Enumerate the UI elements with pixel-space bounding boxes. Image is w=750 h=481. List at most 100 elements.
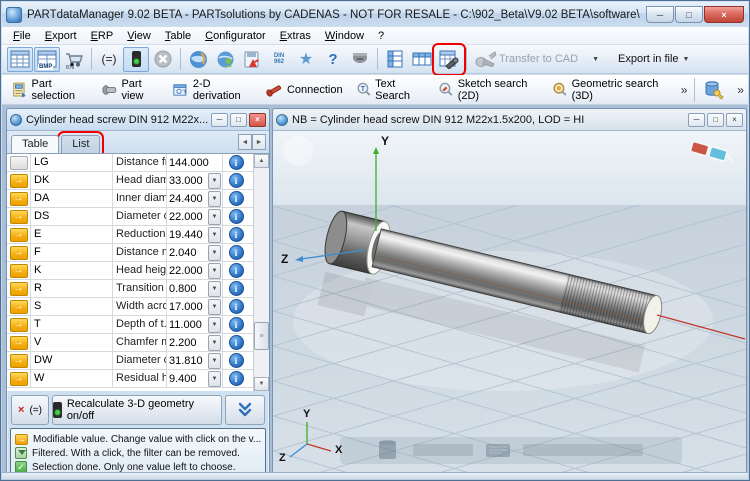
web-user-icon[interactable] (212, 47, 238, 72)
ghost-toolbar[interactable] (340, 437, 682, 464)
shopping-cart-icon[interactable]: 876 (61, 47, 87, 72)
value-dropdown-icon[interactable]: ▼ (208, 316, 221, 333)
modifiable-arrow-icon[interactable]: → (9, 281, 28, 296)
traffic-light-icon[interactable] (123, 46, 149, 72)
panel-maximize-button[interactable]: □ (230, 112, 247, 127)
scroll-up-icon[interactable]: ▲ (254, 154, 269, 168)
info-icon[interactable]: i (228, 317, 244, 332)
nav-2d-derivation[interactable]: 2-D derivation (169, 76, 261, 104)
menu-configurator[interactable]: Configurator (198, 29, 273, 43)
help-icon[interactable]: ? (320, 47, 346, 72)
info-icon[interactable]: i (228, 155, 244, 170)
nav-part-selection[interactable]: Part selection (8, 76, 98, 104)
export-dropdown-icon[interactable]: ▼ (683, 56, 690, 63)
nav-sketch-search[interactable]: Sketch search (2D) (434, 76, 548, 104)
nav-overflow-chevron[interactable]: » (677, 83, 692, 97)
transfer-dropdown-icon[interactable]: ▼ (592, 56, 599, 63)
modifiable-arrow-icon[interactable]: → (9, 245, 28, 260)
menu-window[interactable]: Window (318, 29, 371, 43)
info-icon[interactable]: i (228, 335, 244, 350)
info-icon[interactable]: i (228, 371, 244, 386)
value-dropdown-icon[interactable]: ▼ (208, 208, 221, 225)
info-icon[interactable]: i (228, 353, 244, 368)
value-dropdown-icon[interactable]: ▼ (208, 298, 221, 315)
nav-geometric-search[interactable]: Geometric search (3D) (548, 76, 677, 104)
panel-maximize-button[interactable]: □ (707, 112, 724, 127)
recalculate-3d-button[interactable]: Recalculate 3-D geometry on/off (52, 395, 222, 425)
close-button[interactable]: × (704, 6, 744, 23)
modifiable-arrow-icon[interactable]: → (9, 227, 28, 242)
maximize-button[interactable]: □ (675, 6, 703, 23)
modifiable-arrow-icon[interactable]: → (9, 335, 28, 350)
table-rows-icon[interactable] (409, 47, 435, 72)
info-icon[interactable]: i (228, 173, 244, 188)
panel-close-button[interactable]: × (249, 112, 266, 127)
menu-view[interactable]: View (120, 29, 158, 43)
menu-help[interactable]: ? (371, 29, 391, 43)
transfer-to-cad-button[interactable]: Transfer to CAD ▼ (475, 50, 599, 68)
table-panel-titlebar: Cylinder head screw DIN 912 M22x... ─ □ … (7, 109, 269, 131)
remove-filters-button[interactable]: × (=) (11, 395, 49, 425)
info-icon[interactable]: i (228, 191, 244, 206)
cancel-icon[interactable] (150, 47, 176, 72)
scroll-down-icon[interactable]: ▼ (254, 377, 269, 391)
modifiable-arrow-icon[interactable]: → (9, 353, 28, 368)
screw-top-gray-icon[interactable] (347, 47, 373, 72)
modifiable-arrow-icon[interactable]: → (9, 263, 28, 278)
modifiable-arrow-icon[interactable]: → (9, 317, 28, 332)
value-dropdown-icon[interactable]: ▼ (208, 334, 221, 351)
row-state-button[interactable] (9, 155, 28, 170)
expand-more-button[interactable] (225, 395, 265, 425)
menu-erp[interactable]: ERP (84, 29, 121, 43)
modifiable-arrow-icon[interactable]: → (9, 191, 28, 206)
datasheet-table-icon[interactable] (7, 46, 33, 72)
web-browser-icon[interactable] (185, 47, 211, 72)
panel-minimize-button[interactable]: ─ (688, 112, 705, 127)
tab-scroll-left-icon[interactable]: ◄ (238, 134, 252, 150)
menu-table[interactable]: Table (158, 29, 198, 43)
panel-close-button[interactable]: × (726, 112, 743, 127)
modifiable-arrow-icon[interactable]: → (9, 299, 28, 314)
3d-viewport[interactable]: Y Z Y Z X (273, 131, 746, 472)
modifiable-arrow-icon[interactable]: → (9, 371, 28, 386)
table-scrollbar[interactable]: ▲ ≡ ▼ (253, 154, 269, 391)
tab-table[interactable]: Table (11, 135, 60, 153)
bmp-preview-icon[interactable]: BMP (34, 46, 60, 72)
value-dropdown-icon[interactable]: ▼ (208, 244, 221, 261)
nav-overflow-chevron-2[interactable]: » (733, 83, 748, 97)
value-dropdown-icon[interactable]: ▼ (208, 226, 221, 243)
value-dropdown-icon[interactable]: ▼ (208, 280, 221, 297)
value-dropdown-icon[interactable]: ▼ (208, 190, 221, 207)
favorites-star-icon[interactable]: ★ (293, 47, 319, 72)
info-icon[interactable]: i (228, 263, 244, 278)
info-icon[interactable]: i (228, 227, 244, 242)
table-columns-icon[interactable] (382, 47, 408, 72)
menu-file[interactable]: File (6, 29, 38, 43)
info-icon[interactable]: i (228, 209, 244, 224)
value-dropdown-icon[interactable]: ▼ (208, 370, 221, 387)
nav-part-view[interactable]: Part view (98, 76, 169, 104)
modifiable-arrow-icon[interactable]: → (9, 173, 28, 188)
tab-list[interactable]: List (57, 131, 105, 157)
export-in-file-button[interactable]: Export in file ▼ (618, 53, 689, 65)
tab-scroll-right-icon[interactable]: ► (252, 134, 266, 150)
info-icon[interactable]: i (228, 281, 244, 296)
menu-extras[interactable]: Extras (273, 29, 318, 43)
minimize-button[interactable]: ─ (646, 6, 674, 23)
nav-database-key[interactable] (698, 78, 733, 102)
value-dropdown-icon[interactable]: ▼ (208, 262, 221, 279)
modifiable-arrow-icon[interactable]: → (9, 209, 28, 224)
pdf-export-icon[interactable] (239, 47, 265, 72)
panel-minimize-button[interactable]: ─ (211, 112, 228, 127)
info-icon[interactable]: i (228, 245, 244, 260)
nav-connection[interactable]: Connection (261, 80, 352, 100)
scrollbar-thumb[interactable]: ≡ (254, 322, 269, 350)
value-dropdown-icon[interactable]: ▼ (208, 352, 221, 369)
table-screw-view-icon[interactable] (432, 42, 466, 76)
filter-equals-icon[interactable]: (=) (96, 47, 122, 72)
nav-text-search[interactable]: T Text Search (352, 76, 435, 104)
din-962-icon[interactable]: DIN 962 (266, 47, 292, 72)
menu-export[interactable]: Export (38, 29, 84, 43)
value-dropdown-icon[interactable]: ▼ (208, 172, 221, 189)
info-icon[interactable]: i (228, 299, 244, 314)
